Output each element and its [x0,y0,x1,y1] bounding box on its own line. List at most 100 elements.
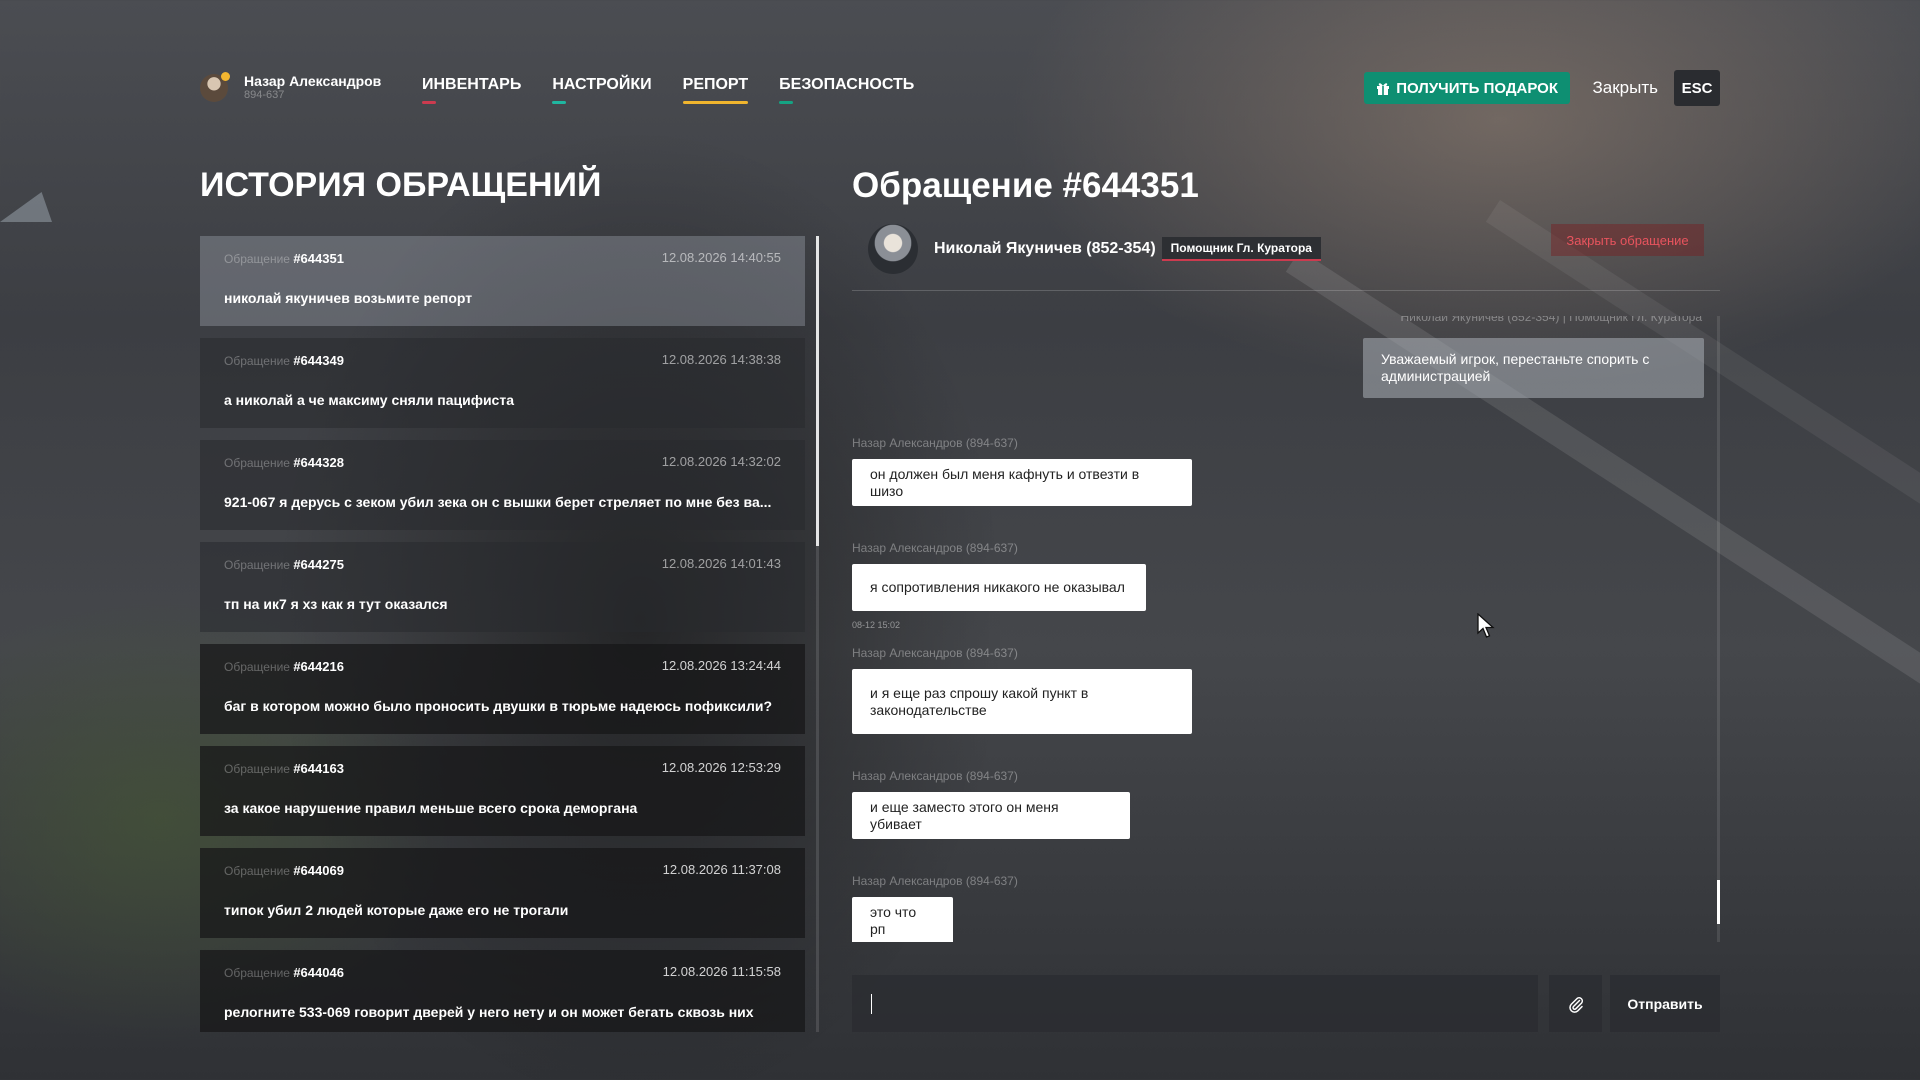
ticket-number: #644163 [293,761,344,776]
message-author: Назар Александров (894-637) [852,646,1018,660]
ticket-item[interactable]: Обращение #644275 12.08.2026 14:01:43 тп н… [200,542,805,632]
ticket-date: 12.08.2026 11:15:58 [662,964,781,979]
tab-label: Инвентарь [422,76,522,93]
ticket-number: #644349 [293,353,344,368]
profile-name: Назар Александров [244,73,382,89]
close-menu-button[interactable]: Закрыть [1593,78,1658,98]
ticket-text: за какое нарушение правил меньше всего с… [224,800,638,816]
ticket-number: #644275 [293,557,344,572]
message-bubble: я сопротивления никакого не оказывал [852,564,1146,611]
ticket-item[interactable]: Обращение #644328 12.08.2026 14:32:02 921-… [200,440,805,530]
profile-id: 894-637 [244,89,285,101]
message-author: Николай Якуничев (852-354) | Помощник Гл… [1400,316,1702,324]
ticket-prefix: Обращение [224,456,290,470]
message-bubble: это что рп [852,897,953,942]
profile[interactable]: Назар Александров 894-637 [200,72,382,102]
tab-inventory[interactable]: Инвентарь [422,76,521,106]
mouse-cursor-icon [1477,613,1495,638]
ticket-number: #644328 [293,455,344,470]
top-bar: Назар Александров 894-637 Инвентарь Наст… [200,70,1720,110]
background-shape [0,192,52,222]
ticket-label: Обращение #644351 [224,251,344,266]
tab-settings[interactable]: Настройки [552,76,652,106]
esc-button[interactable]: ESC [1674,70,1720,106]
close-ticket-button[interactable]: Закрыть обращение [1551,224,1704,256]
message-author: Назар Александров (894-637) [852,769,1018,783]
ticket-prefix: Обращение [224,966,290,980]
ticket-item[interactable]: Обращение #644351 12.08.2026 14:40:55 нико… [200,236,805,326]
ticket-text: николай якуничев возьмите репорт [224,290,473,306]
assigned-admin: Николай Якуничев (852-354) Помощник Гл. … [868,224,1321,274]
ticket-date: 12.08.2026 13:24:44 [661,658,781,673]
message-input[interactable] [852,975,1538,1032]
chat-scrollbar[interactable] [1717,316,1720,942]
gift-label: ПОЛУЧИТЬ ПОДАРОК [1396,79,1558,97]
ticket-text: тп на ик7 я хз как я тут оказался [224,596,448,612]
scrollbar-thumb[interactable] [816,236,819,546]
tab-report[interactable]: Репорт [682,76,749,106]
scrollbar-thumb[interactable] [1717,880,1720,924]
ticket-number: #644351 [293,251,344,266]
ticket-text: баг в котором можно было проносить двушк… [224,698,773,714]
ticket-prefix: Обращение [224,762,290,776]
message-bubble: и еще заместо этого он меня убивает [852,792,1130,839]
tab-label: Репорт [682,76,749,93]
ticket-date: 12.08.2026 12:53:29 [661,760,781,775]
tab-underline [422,101,436,104]
text-caret [871,994,872,1014]
ticket-title: Обращение #644351 [852,166,1199,205]
message-time: 08-12 15:02 [852,620,901,630]
ticket-date: 12.08.2026 14:40:55 [661,250,781,265]
ticket-item[interactable]: Обращение #644349 12.08.2026 14:38:38 а ни… [200,338,805,428]
message-bubble: и я еще раз спрошу какой пункт в законод… [852,669,1192,734]
get-gift-button[interactable]: ПОЛУЧИТЬ ПОДАРОК [1364,72,1570,104]
message-author: Назар Александров (894-637) [852,436,1018,450]
avatar [200,72,230,102]
history-scrollbar[interactable] [816,236,819,1032]
ticket-prefix: Обращение [224,864,290,878]
ticket-number: #644069 [293,863,344,878]
ticket-text: типок убил 2 людей которые даже его не т… [224,902,569,918]
ticket-item[interactable]: Обращение #644163 12.08.2026 12:53:29 за к… [200,746,805,836]
message-bubble: Уважаемый игрок, перестаньте спорить с а… [1363,338,1704,398]
ticket-item[interactable]: Обращение #644069 12.08.2026 11:37:08 типо… [200,848,805,938]
tab-underline [779,101,794,104]
ticket-text: релогните 533-069 говорит дверей у него … [224,1004,754,1020]
ticket-text: 921-067 я дерусь с зеком убил зека он с … [224,494,772,510]
ticket-item[interactable]: Обращение #644046 12.08.2026 11:15:58 рело… [200,950,805,1032]
tab-security[interactable]: Безопасность [779,76,914,106]
history-title: ИСТОРИЯ ОБРАЩЕНИЙ [200,166,602,204]
ticket-label: Обращение #644069 [224,863,344,878]
ticket-item[interactable]: Обращение #644216 12.08.2026 13:24:44 баг … [200,644,805,734]
admin-avatar [868,224,918,274]
attach-button[interactable] [1549,975,1602,1032]
ticket-number: #644216 [293,659,344,674]
send-button[interactable]: Отправить [1610,975,1720,1032]
ticket-prefix: Обращение [224,660,290,674]
ticket-history-list: Обращение #644351 12.08.2026 14:40:55 нико… [200,236,805,1032]
ticket-label: Обращение #644046 [224,965,344,980]
ticket-prefix: Обращение [224,558,290,572]
paperclip-icon [1568,996,1583,1013]
ticket-prefix: Обращение [224,354,290,368]
ticket-label: Обращение #644328 [224,455,344,470]
ticket-label: Обращение #644163 [224,761,344,776]
gift-icon [1377,83,1390,95]
ticket-label: Обращение #644275 [224,557,344,572]
message-author: Назар Александров (894-637) [852,874,1018,888]
ticket-date: 12.08.2026 14:32:02 [661,454,781,469]
admin-name: Николай Якуничев (852-354) [934,240,1156,257]
notification-dot [221,72,230,81]
tab-label: Настройки [552,76,652,93]
message-author: Назар Александров (894-637) [852,541,1018,555]
tab-underline [682,101,749,104]
ticket-text: а николай а че максиму сняли пацифиста [224,392,514,408]
tab-underline [552,101,567,104]
tab-label: Безопасность [779,76,915,93]
main-nav: Инвентарь Настройки Репорт Безопасность [422,76,945,106]
admin-role-badge: Помощник Гл. Куратора [1161,237,1321,261]
ticket-date: 12.08.2026 11:37:08 [662,862,781,877]
chat-messages: Николай Якуничев (852-354) | Помощник Гл… [852,316,1720,942]
ticket-prefix: Обращение [224,252,290,266]
message-bubble: он должен был меня кафнуть и отвезти в ш… [852,459,1192,506]
